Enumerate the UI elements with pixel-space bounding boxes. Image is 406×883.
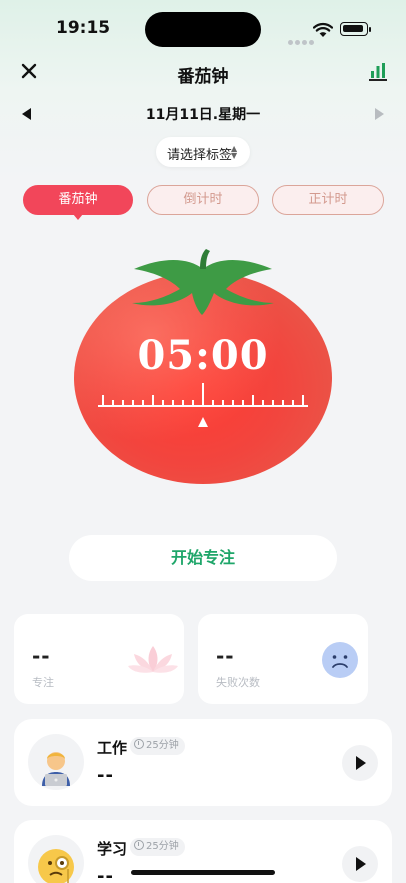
status-time: 19:15 <box>56 18 111 38</box>
wifi-icon <box>313 22 333 37</box>
signal-icon <box>288 30 316 49</box>
study-avatar-icon <box>28 835 84 883</box>
tag-selector[interactable]: 请选择标签 ▲ ▼ <box>156 137 250 167</box>
tag-selector-label: 请选择标签 <box>167 148 233 163</box>
status-bar: 19:15 <box>0 0 406 56</box>
focus-count: -- <box>32 644 51 668</box>
tab-pomodoro[interactable]: 番茄钟 <box>23 185 133 215</box>
task-value: -- <box>97 765 114 786</box>
lotus-icon <box>128 646 178 673</box>
bar-chart-icon[interactable] <box>367 60 389 82</box>
fail-count: -- <box>216 644 235 668</box>
dynamic-island <box>145 12 261 47</box>
tab-countdown[interactable]: 倒计时 <box>147 185 259 215</box>
active-tab-pointer <box>73 214 83 220</box>
play-button[interactable] <box>342 745 378 781</box>
sort-caret-icon: ▲ ▼ <box>231 144 238 160</box>
duration-badge: 25分钟 <box>130 737 185 755</box>
work-avatar-icon <box>28 734 84 790</box>
page-title: 番茄钟 <box>177 67 229 87</box>
play-button[interactable] <box>342 846 378 882</box>
tab-countup[interactable]: 正计时 <box>272 185 384 215</box>
focus-label: 专注 <box>32 676 54 689</box>
duration-badge: 25分钟 <box>130 838 185 856</box>
date-label: 11月11日.星期一 <box>145 107 261 123</box>
task-value: -- <box>97 866 114 883</box>
task-name: 学习 <box>97 840 128 858</box>
timer-display: 05:00 <box>137 332 269 379</box>
battery-icon <box>340 22 371 36</box>
date-selector: 11月11日.星期一 <box>0 102 406 126</box>
clock-icon <box>134 840 144 850</box>
next-day-icon[interactable] <box>375 108 384 120</box>
focus-stat-card: -- 专注 <box>14 614 184 704</box>
task-name: 工作 <box>97 739 128 757</box>
fail-label: 失败次数 <box>216 676 260 689</box>
home-indicator <box>131 870 275 875</box>
duration-label: 25分钟 <box>146 740 179 751</box>
sad-face-icon <box>322 642 358 678</box>
clock-icon <box>134 739 144 749</box>
nav-bar: 番茄钟 <box>0 56 406 88</box>
task-card-work[interactable]: 工作 25分钟 -- <box>14 719 392 806</box>
fail-stat-card: -- 失败次数 <box>198 614 368 704</box>
duration-label: 25分钟 <box>146 841 179 852</box>
start-focus-button[interactable]: 开始专注 <box>69 535 337 581</box>
